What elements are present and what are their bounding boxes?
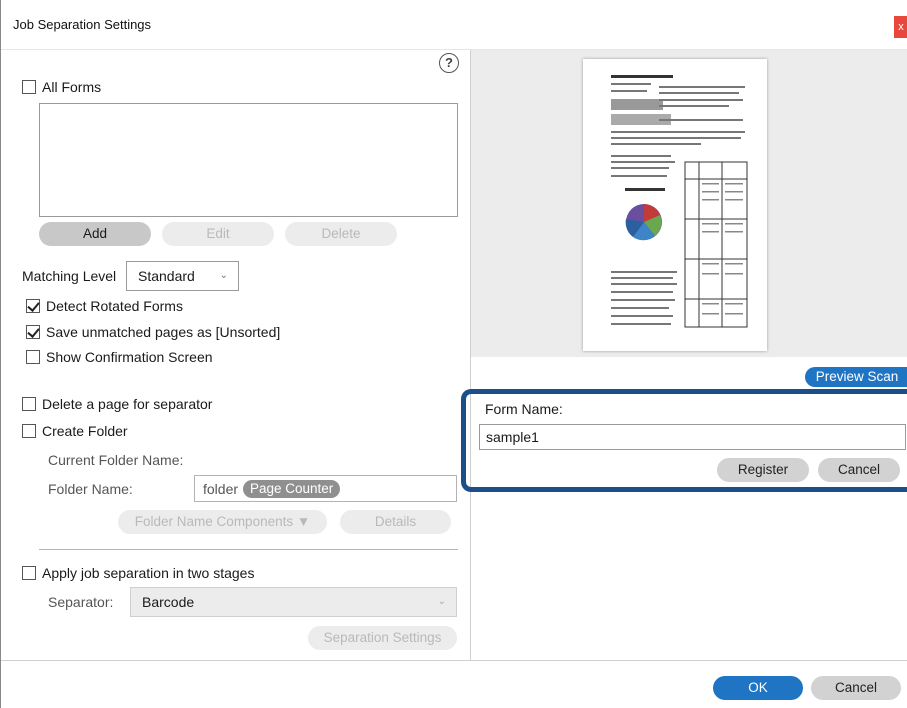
checkbox-box <box>26 299 40 313</box>
create-folder-label: Create Folder <box>42 423 128 439</box>
cancel-form-button[interactable]: Cancel <box>818 458 900 482</box>
current-folder-name-label: Current Folder Name: <box>48 452 184 468</box>
checkbox-box <box>26 350 40 364</box>
folder-name-label: Folder Name: <box>48 481 133 497</box>
checkbox-box <box>22 424 36 438</box>
detect-rotated-checkbox[interactable]: Detect Rotated Forms <box>26 298 183 314</box>
form-name-label: Form Name: <box>485 401 563 417</box>
register-button[interactable]: Register <box>717 458 809 482</box>
checkbox-box <box>22 80 36 94</box>
separator-value: Barcode <box>142 594 195 610</box>
edit-button[interactable]: Edit <box>162 222 274 246</box>
cancel-button[interactable]: Cancel <box>811 676 901 700</box>
preview-scan-button[interactable]: Preview Scan <box>805 367 907 387</box>
checkbox-box <box>22 566 36 580</box>
checkbox-box <box>26 325 40 339</box>
delete-separator-label: Delete a page for separator <box>42 396 213 412</box>
dialog-window: Job Separation Settings x ? All Forms Ad… <box>0 0 907 708</box>
matching-level-select[interactable]: Standard ⌄ <box>126 261 239 291</box>
delete-button[interactable]: Delete <box>285 222 397 246</box>
chevron-down-icon: ⌄ <box>219 270 228 281</box>
save-unmatched-checkbox[interactable]: Save unmatched pages as [Unsorted] <box>26 324 280 340</box>
form-thumbnail <box>583 59 767 351</box>
form-name-input[interactable]: sample1 <box>479 424 906 450</box>
delete-separator-checkbox[interactable]: Delete a page for separator <box>22 396 212 412</box>
footer-divider <box>1 660 907 661</box>
page-counter-chip[interactable]: Page Counter <box>243 480 341 498</box>
checkbox-box <box>22 397 36 411</box>
title-bar: Job Separation Settings x <box>1 0 907 50</box>
forms-list[interactable] <box>39 103 458 217</box>
document-thumbnail-icon <box>611 75 748 328</box>
preview-area <box>471 50 907 357</box>
ok-button[interactable]: OK <box>713 676 803 700</box>
close-button[interactable]: x <box>894 16 907 38</box>
folder-name-field[interactable]: folder Page Counter <box>194 475 457 502</box>
matching-level-value: Standard <box>138 268 195 284</box>
detect-rotated-label: Detect Rotated Forms <box>46 298 183 314</box>
show-confirmation-checkbox[interactable]: Show Confirmation Screen <box>26 349 213 365</box>
window-title: Job Separation Settings <box>13 17 152 32</box>
details-button[interactable]: Details <box>340 510 451 534</box>
two-stages-label: Apply job separation in two stages <box>42 565 255 581</box>
separator-label: Separator: <box>48 594 114 610</box>
help-icon[interactable]: ? <box>439 53 459 73</box>
all-forms-checkbox[interactable]: All Forms <box>22 79 101 95</box>
save-unmatched-label: Save unmatched pages as [Unsorted] <box>46 324 281 340</box>
two-stages-checkbox[interactable]: Apply job separation in two stages <box>22 565 254 581</box>
folder-name-components-button[interactable]: Folder Name Components ▼ <box>118 510 327 534</box>
matching-level-label: Matching Level <box>22 268 117 284</box>
separation-settings-button[interactable]: Separation Settings <box>308 626 457 650</box>
folder-prefix: folder <box>203 481 239 497</box>
separator-select[interactable]: Barcode ⌄ <box>130 587 457 617</box>
create-folder-checkbox[interactable]: Create Folder <box>22 423 128 439</box>
section-divider <box>39 549 458 550</box>
show-confirmation-label: Show Confirmation Screen <box>46 349 213 365</box>
add-button[interactable]: Add <box>39 222 151 246</box>
all-forms-label: All Forms <box>42 79 102 95</box>
chevron-down-icon: ⌄ <box>437 596 446 607</box>
